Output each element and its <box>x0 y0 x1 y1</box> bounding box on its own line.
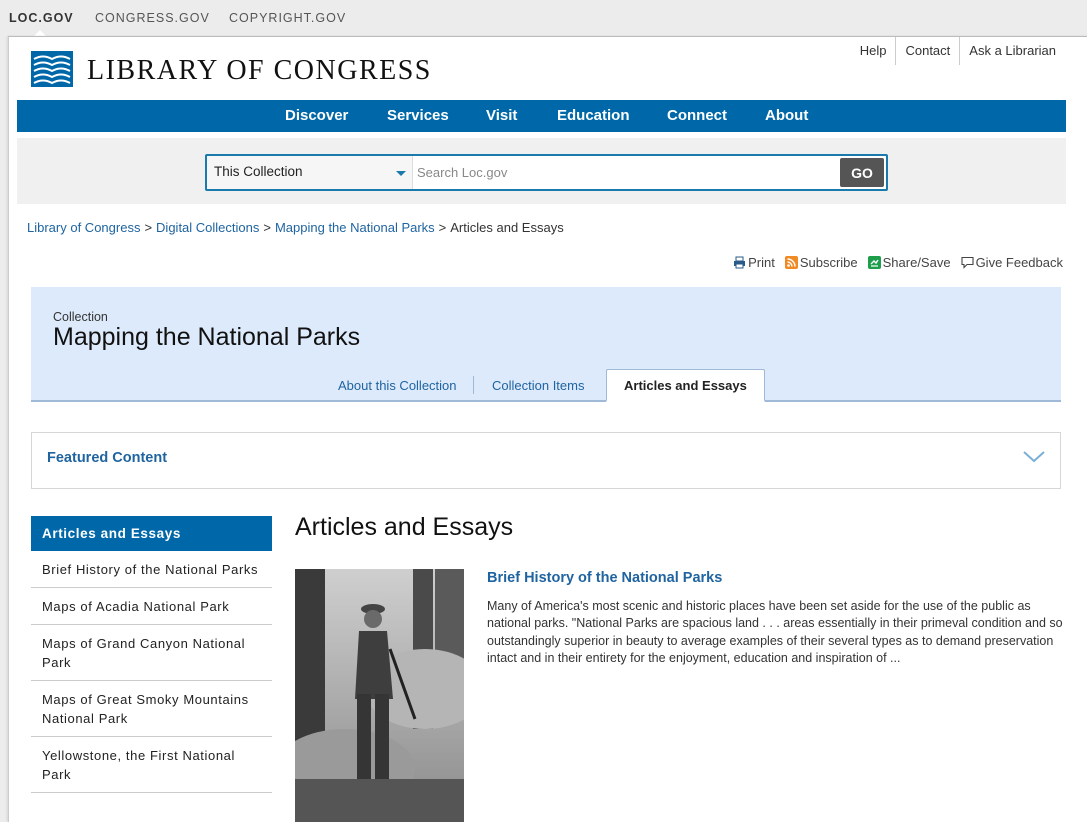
nav-services[interactable]: Services <box>387 107 449 124</box>
nav-connect[interactable]: Connect <box>667 107 727 124</box>
tab-collection-items[interactable]: Collection Items <box>492 378 584 393</box>
book-logo-icon <box>31 51 73 87</box>
subscribe-button[interactable]: Subscribe <box>784 255 858 270</box>
search-form: This Collection GO <box>205 154 888 191</box>
rss-icon <box>784 256 798 269</box>
collection-title: Mapping the National Parks <box>53 323 361 351</box>
collection-tabs: About this Collection Collection Items A… <box>31 368 1061 402</box>
breadcrumb-separator: > <box>263 220 271 235</box>
articles-sidebar: Articles and Essays Brief History of the… <box>31 516 272 793</box>
share-icon <box>867 256 881 269</box>
print-label: Print <box>748 255 775 270</box>
article-thumbnail-photo[interactable] <box>295 569 464 822</box>
help-link[interactable]: Help <box>851 37 896 65</box>
chevron-down-icon[interactable] <box>1022 449 1046 465</box>
search-input[interactable] <box>417 156 835 189</box>
nav-visit[interactable]: Visit <box>486 107 517 124</box>
printer-icon <box>734 256 746 269</box>
nav-discover[interactable]: Discover <box>285 107 348 124</box>
main-nav: Discover Services Visit Education Connec… <box>17 100 1066 132</box>
article-description: Many of America's most scenic and histor… <box>487 599 1063 665</box>
sidebar-item-yellowstone[interactable]: Yellowstone, the First National Park <box>31 737 272 793</box>
site-link-copyright-gov[interactable]: COPYRIGHT.GOV <box>229 11 346 25</box>
share-save-label: Share/Save <box>882 255 951 270</box>
collection-kicker: Collection <box>53 310 108 324</box>
search-go-button[interactable]: GO <box>840 158 884 187</box>
speech-bubble-icon <box>961 256 974 269</box>
sidebar-heading: Articles and Essays <box>31 516 272 551</box>
search-scope-value: This Collection <box>214 164 303 179</box>
sidebar-item-maps-great-smoky[interactable]: Maps of Great Smoky Mountains National P… <box>31 681 272 737</box>
article-title-link[interactable]: Brief History of the National Parks <box>487 570 722 586</box>
breadcrumb-digital-collections[interactable]: Digital Collections <box>156 220 259 235</box>
tab-articles-and-essays[interactable]: Articles and Essays <box>606 369 765 402</box>
print-button[interactable]: Print <box>733 255 775 270</box>
subscribe-label: Subscribe <box>799 255 858 270</box>
page-container: LIBRARY OF CONGRESS Help Contact Ask a L… <box>8 36 1087 822</box>
featured-content-label: Featured Content <box>47 450 168 466</box>
tab-about-this-collection[interactable]: About this Collection <box>338 378 457 393</box>
logo-text: LIBRARY OF CONGRESS <box>87 55 432 86</box>
give-feedback-label: Give Feedback <box>975 255 1063 270</box>
give-feedback-button[interactable]: Give Feedback <box>961 255 1063 270</box>
utility-links: Help Contact Ask a Librarian <box>851 37 1065 65</box>
ask-a-librarian-link[interactable]: Ask a Librarian <box>959 37 1065 65</box>
breadcrumb-mapping-national-parks[interactable]: Mapping the National Parks <box>275 220 435 235</box>
breadcrumb-separator: > <box>438 220 447 235</box>
share-save-button[interactable]: Share/Save <box>867 255 951 270</box>
sidebar-item-maps-acadia[interactable]: Maps of Acadia National Park <box>31 588 272 625</box>
chevron-down-icon <box>396 171 406 176</box>
tab-divider <box>473 376 474 394</box>
search-scope-select[interactable]: This Collection <box>207 156 413 189</box>
nav-education[interactable]: Education <box>557 107 630 124</box>
page-title: Articles and Essays <box>295 513 514 541</box>
site-link-loc-gov[interactable]: LOC.GOV <box>9 11 74 25</box>
site-link-congress-gov[interactable]: CONGRESS.GOV <box>95 11 210 25</box>
breadcrumb-current: Articles and Essays <box>450 220 564 235</box>
featured-content-panel[interactable]: Featured Content <box>31 432 1061 489</box>
contact-link[interactable]: Contact <box>895 37 959 65</box>
breadcrumb: Library of Congress > Digital Collections >… <box>27 220 564 235</box>
collection-banner: Collection Mapping the National Parks Ab… <box>31 287 1061 402</box>
search-strip: This Collection GO <box>17 138 1066 204</box>
sidebar-item-brief-history[interactable]: Brief History of the National Parks <box>31 551 272 588</box>
sidebar-item-maps-grand-canyon[interactable]: Maps of Grand Canyon National Park <box>31 625 272 681</box>
page-tools: Print Subscribe Share/Save Give Feedback <box>733 255 1063 270</box>
site-switcher-bar: LOC.GOV CONGRESS.GOV COPYRIGHT.GOV <box>0 0 1087 36</box>
breadcrumb-library-of-congress[interactable]: Library of Congress <box>27 220 140 235</box>
breadcrumb-separator: > <box>144 220 153 235</box>
nav-about[interactable]: About <box>765 107 808 124</box>
